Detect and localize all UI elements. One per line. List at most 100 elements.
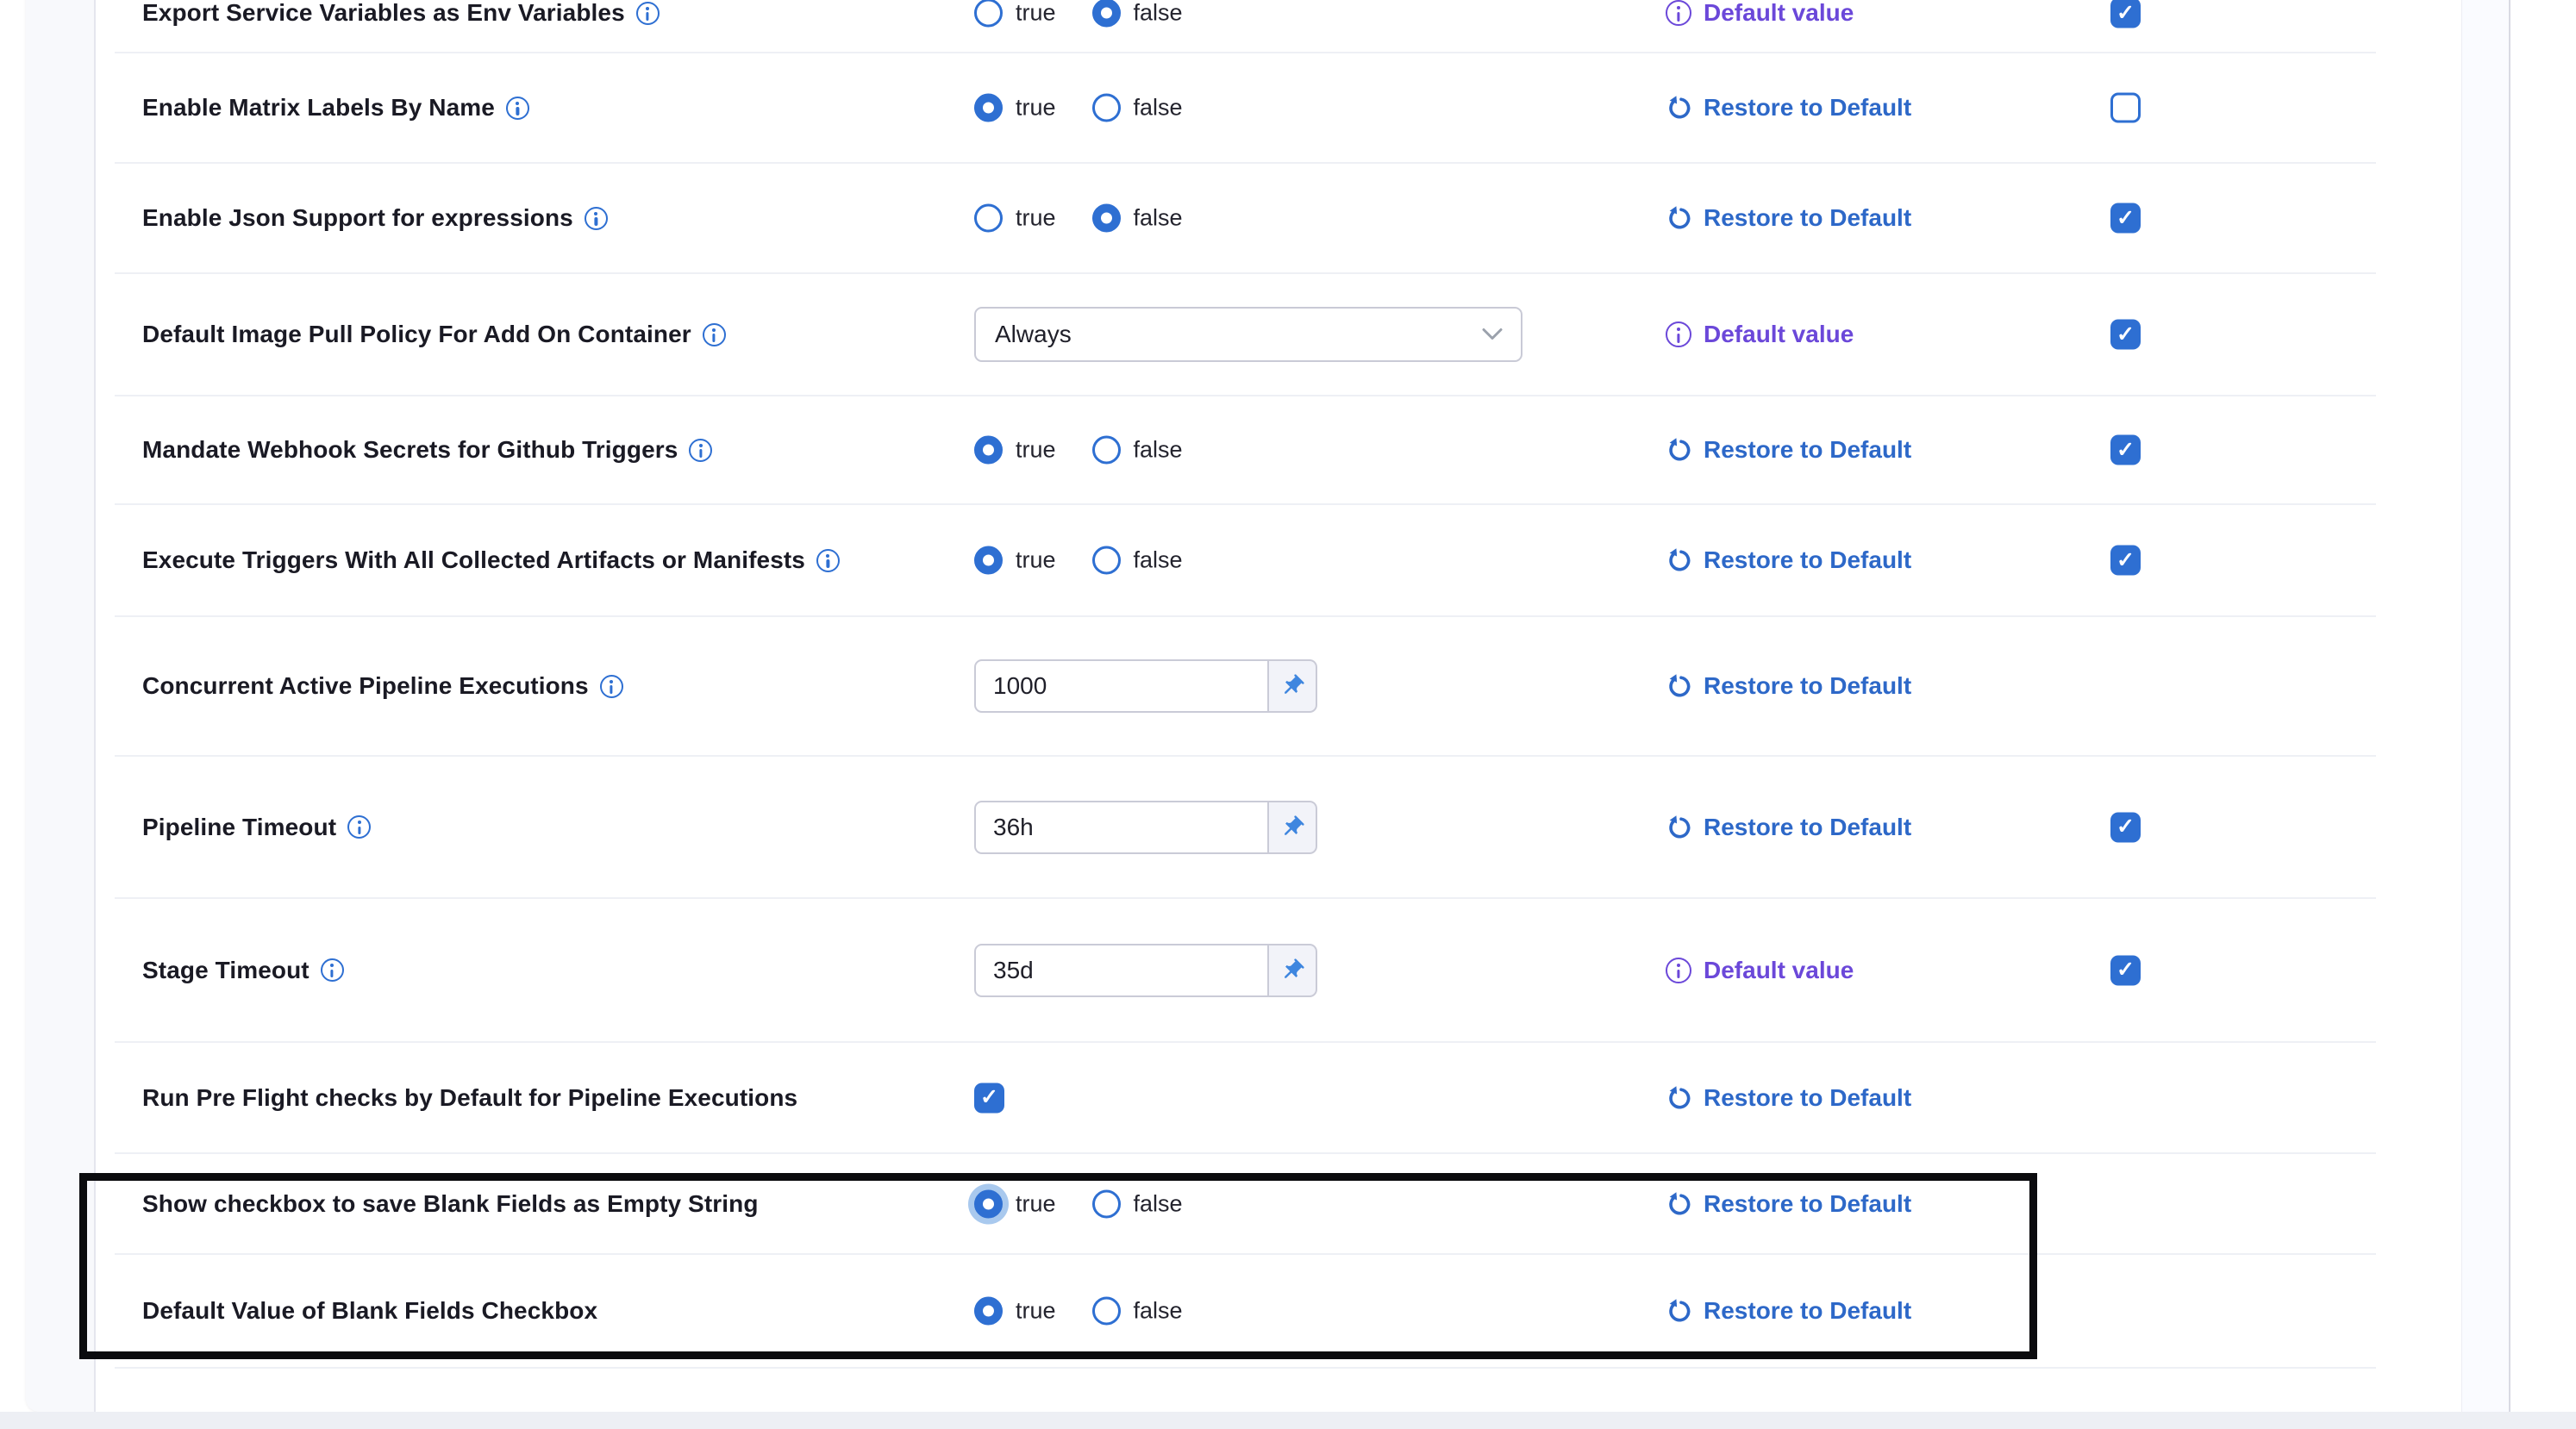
radio-label-true: true xyxy=(1016,1298,1056,1325)
default-value-indicator[interactable]: Default value xyxy=(1666,321,1854,348)
radio-option-true[interactable]: true xyxy=(974,0,1056,28)
radio-true-selected[interactable] xyxy=(974,546,1003,575)
restore-icon xyxy=(1666,437,1691,463)
info-icon[interactable] xyxy=(321,958,344,982)
chevron-down-icon xyxy=(1481,328,1504,341)
setting-label-text: Pipeline Timeout xyxy=(142,814,336,841)
input-value: 1000 xyxy=(993,672,1047,700)
info-icon[interactable] xyxy=(703,323,726,346)
radio-true-selected[interactable] xyxy=(974,94,1003,122)
radio-label-true: true xyxy=(1016,437,1056,464)
radio-false[interactable] xyxy=(1092,1297,1121,1326)
restore-icon xyxy=(1666,547,1691,573)
allow-override-checkbox[interactable] xyxy=(2110,546,2141,576)
pin-button[interactable] xyxy=(1269,659,1317,713)
radio-option-true[interactable]: true xyxy=(974,94,1056,122)
radio-label-true: true xyxy=(1016,0,1056,27)
radio-true[interactable] xyxy=(974,0,1003,28)
radio-label-true: true xyxy=(1016,1190,1056,1217)
radio-false[interactable] xyxy=(1092,94,1121,122)
restore-to-default-label: Restore to Default xyxy=(1704,1297,1911,1325)
pin-button[interactable] xyxy=(1269,801,1317,854)
radio-option-false[interactable]: false xyxy=(1092,1189,1183,1218)
radio-option-false[interactable]: false xyxy=(1092,1297,1183,1326)
setting-value-input[interactable]: 35d xyxy=(974,944,1269,997)
radio-label-false: false xyxy=(1134,95,1183,122)
radio-option-true[interactable]: true xyxy=(974,204,1056,233)
restore-to-default-button[interactable]: Restore to Default xyxy=(1666,204,1911,232)
info-icon xyxy=(1666,321,1691,347)
radio-false-selected[interactable] xyxy=(1092,0,1121,28)
setting-control: 36h xyxy=(974,801,1317,854)
radio-true-selected[interactable] xyxy=(974,1189,1003,1218)
info-icon[interactable] xyxy=(689,439,712,462)
radio-false[interactable] xyxy=(1092,436,1121,465)
true-false-radio-group: true false xyxy=(974,1297,1183,1326)
setting-label-text: Mandate Webhook Secrets for Github Trigg… xyxy=(142,436,678,464)
setting-checkbox[interactable] xyxy=(974,1083,1004,1113)
restore-to-default-button[interactable]: Restore to Default xyxy=(1666,814,1911,841)
allow-override-checkbox[interactable] xyxy=(2110,0,2141,28)
pin-icon xyxy=(1274,808,1310,845)
allow-override-checkbox[interactable] xyxy=(2110,320,2141,350)
setting-label: Show checkbox to save Blank Fields as Em… xyxy=(142,1190,759,1218)
radio-option-false[interactable]: false xyxy=(1092,94,1183,122)
scrollbar-track[interactable] xyxy=(2461,0,2510,1412)
setting-row-execute-triggers-with-all-collected-artifacts-or-manifests: Execute Triggers With All Collected Arti… xyxy=(115,505,2376,617)
radio-option-true[interactable]: true xyxy=(974,436,1056,465)
restore-to-default-button[interactable]: Restore to Default xyxy=(1666,546,1911,574)
allow-override-checkbox[interactable] xyxy=(2110,955,2141,985)
radio-label-false: false xyxy=(1134,1298,1183,1325)
allow-override-checkbox[interactable] xyxy=(2110,93,2141,123)
input-value: 36h xyxy=(993,814,1034,841)
radio-option-true[interactable]: true xyxy=(974,1297,1056,1326)
setting-control: true false xyxy=(974,204,1183,233)
allow-override-checkbox[interactable] xyxy=(2110,812,2141,842)
info-icon[interactable] xyxy=(600,675,623,698)
restore-to-default-button[interactable]: Restore to Default xyxy=(1666,1297,1911,1325)
restore-to-default-button[interactable]: Restore to Default xyxy=(1666,94,1911,122)
restore-to-default-button[interactable]: Restore to Default xyxy=(1666,436,1911,464)
radio-false[interactable] xyxy=(1092,546,1121,575)
setting-input-group: 36h xyxy=(974,801,1317,854)
info-icon[interactable] xyxy=(347,815,371,839)
info-icon[interactable] xyxy=(585,207,608,230)
setting-value-input[interactable]: 1000 xyxy=(974,659,1269,713)
radio-option-false[interactable]: false xyxy=(1092,204,1183,233)
default-value-indicator[interactable]: Default value xyxy=(1666,957,1854,984)
info-icon[interactable] xyxy=(506,97,529,120)
radio-option-true[interactable]: true xyxy=(974,1189,1056,1218)
pin-button[interactable] xyxy=(1269,944,1317,997)
allow-override-checkbox[interactable] xyxy=(2110,435,2141,465)
restore-icon xyxy=(1666,1191,1691,1217)
restore-to-default-button[interactable]: Restore to Default xyxy=(1666,672,1911,700)
restore-to-default-label: Restore to Default xyxy=(1704,204,1911,232)
setting-input-group: 1000 xyxy=(974,659,1317,713)
restore-to-default-label: Restore to Default xyxy=(1704,436,1911,464)
info-icon[interactable] xyxy=(636,2,660,25)
setting-label-text: Default Value of Blank Fields Checkbox xyxy=(142,1297,597,1325)
restore-to-default-button[interactable]: Restore to Default xyxy=(1666,1084,1911,1112)
settings-card: Export Service Variables as Env Variable… xyxy=(26,0,2576,1412)
info-icon[interactable] xyxy=(816,549,840,572)
radio-true[interactable] xyxy=(974,204,1003,233)
setting-label-text: Stage Timeout xyxy=(142,957,309,984)
radio-option-true[interactable]: true xyxy=(974,546,1056,575)
image-pull-policy-select[interactable]: Always xyxy=(974,307,1522,362)
restore-to-default-button[interactable]: Restore to Default xyxy=(1666,1190,1911,1218)
radio-true-selected[interactable] xyxy=(974,1297,1003,1326)
radio-false-selected[interactable] xyxy=(1092,204,1121,233)
setting-control: 35d xyxy=(974,944,1317,997)
default-value-indicator[interactable]: Default value xyxy=(1666,0,1854,27)
setting-value-input[interactable]: 36h xyxy=(974,801,1269,854)
default-value-label: Default value xyxy=(1704,957,1854,984)
allow-override-checkbox[interactable] xyxy=(2110,203,2141,234)
radio-option-false[interactable]: false xyxy=(1092,436,1183,465)
radio-option-false[interactable]: false xyxy=(1092,546,1183,575)
radio-true-selected[interactable] xyxy=(974,436,1003,465)
pin-icon xyxy=(1274,952,1310,988)
radio-false[interactable] xyxy=(1092,1189,1121,1218)
true-false-radio-group: true false xyxy=(974,436,1183,465)
restore-icon xyxy=(1666,95,1691,121)
radio-option-false[interactable]: false xyxy=(1092,0,1183,28)
